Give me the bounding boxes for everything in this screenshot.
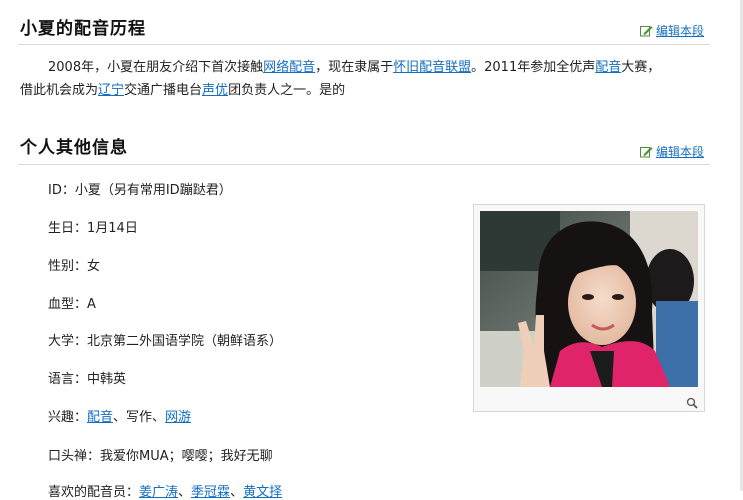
- paragraph-text: 大赛，: [621, 60, 661, 75]
- dubbing-career-paragraph: 2008年，小夏在朋友介绍下首次接触网络配音，现在隶属于怀旧配音联盟。2011年…: [20, 55, 710, 80]
- paragraph-text: 2008年，小夏在朋友介绍下首次接触: [48, 60, 264, 75]
- info-id: ID：小夏（另有常用ID蹦跶君）: [48, 183, 232, 198]
- info-hobbies: 兴趣：配音、写作、网游: [48, 406, 191, 425]
- edit-section-label[interactable]: 编辑本段: [656, 22, 704, 39]
- link-voice-actor-1[interactable]: 姜广涛: [139, 485, 178, 500]
- magnifier-icon[interactable]: [686, 394, 698, 409]
- link-voice-actor-2[interactable]: 季冠霖: [191, 485, 230, 500]
- hobby-separator: 、写作、: [113, 410, 166, 425]
- link-liaoning[interactable]: 辽宁: [98, 83, 124, 98]
- info-catchphrase: 口头禅：我爱你MUA；嘤嘤；我好无聊: [48, 449, 273, 464]
- section-title-other-info: 个人其他信息: [20, 138, 128, 158]
- info-blood-type: 血型：A: [48, 297, 96, 312]
- edit-section-label[interactable]: 编辑本段: [656, 143, 704, 160]
- paragraph-text: 。2011年参加全优声: [471, 60, 596, 75]
- info-language: 语言：中韩英: [48, 372, 127, 387]
- edit-section-link[interactable]: 编辑本段: [640, 143, 704, 160]
- section-divider: [18, 164, 710, 165]
- link-dubbing[interactable]: 配音: [595, 60, 621, 75]
- fav-label: 喜欢的配音员：: [48, 485, 140, 500]
- section-divider: [18, 44, 710, 45]
- link-hobby-online-games[interactable]: 网游: [165, 410, 191, 425]
- profile-photo-card[interactable]: [473, 204, 705, 412]
- paragraph-text: 团负责人之一。是的: [228, 83, 346, 98]
- info-gender: 性别：女: [48, 259, 101, 274]
- hobby-label: 兴趣：: [48, 410, 88, 425]
- dubbing-career-paragraph-line2: 借此机会成为辽宁交通广播电台声优团负责人之一。是的: [20, 78, 710, 103]
- edit-pencil-icon: [640, 25, 653, 37]
- paragraph-text: ，现在隶属于: [315, 60, 394, 75]
- profile-photo[interactable]: [480, 211, 698, 387]
- link-online-dubbing[interactable]: 网络配音: [263, 60, 315, 75]
- info-university: 大学：北京第二外国语学院（朝鲜语系）: [48, 334, 283, 349]
- paragraph-text: 借此机会成为: [20, 83, 99, 98]
- edit-pencil-icon: [640, 146, 653, 158]
- edit-section-link[interactable]: 编辑本段: [640, 22, 704, 39]
- link-nostalgia-dubbing-league[interactable]: 怀旧配音联盟: [393, 60, 471, 75]
- paragraph-text: 交通广播电台: [124, 83, 203, 98]
- link-hobby-dubbing[interactable]: 配音: [87, 410, 113, 425]
- info-birthday: 生日：1月14日: [48, 221, 138, 236]
- link-voice-actor-3[interactable]: 黄文择: [243, 485, 282, 500]
- section-title-dubbing-career: 小夏的配音历程: [20, 19, 146, 39]
- link-voice-actor[interactable]: 声优: [202, 83, 228, 98]
